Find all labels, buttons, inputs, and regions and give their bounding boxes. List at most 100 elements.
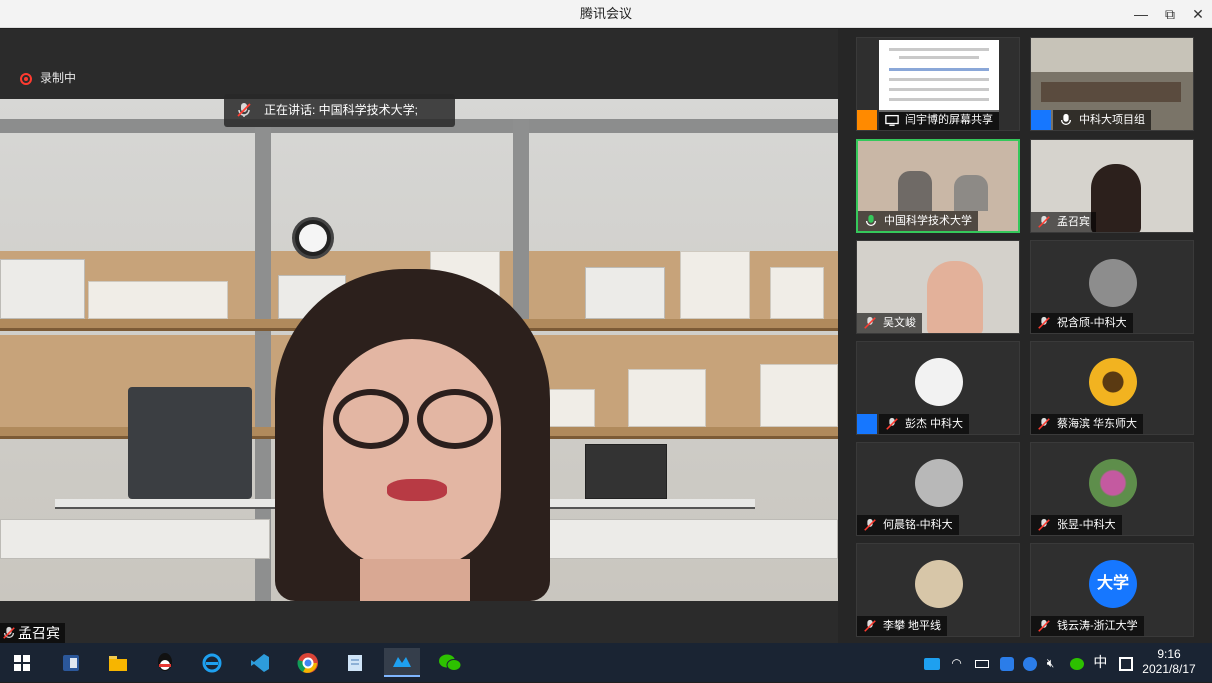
person-video <box>898 171 932 211</box>
chrome-taskbar-button[interactable] <box>290 648 326 677</box>
volume-muted-icon[interactable]: 🔇︎ <box>1047 644 1061 683</box>
avatar <box>1089 259 1137 307</box>
person-video <box>927 261 983 333</box>
person-video <box>954 175 988 211</box>
books <box>770 267 824 319</box>
wechat-icon <box>439 654 462 671</box>
wechat-taskbar-button[interactable] <box>432 648 468 677</box>
wechat-tray-icon[interactable] <box>1070 657 1085 670</box>
word-icon <box>63 654 79 671</box>
storage-boxes <box>0 519 270 559</box>
speaker-name-tag: 孟召宾 <box>0 623 65 643</box>
user-icon <box>1031 110 1051 130</box>
participant-tile[interactable]: 闫宇博的屏幕共享 <box>856 37 1020 131</box>
mic-muted-icon <box>1038 619 1050 632</box>
avatar: 大学 <box>1089 560 1137 608</box>
chrome-icon <box>297 652 318 673</box>
taskbar-clock[interactable]: 9:16 2021/8/17 <box>1138 647 1200 677</box>
system-tray: ◠ 🔇︎ 中 <box>924 643 1133 682</box>
tencent-meeting-icon <box>393 656 411 667</box>
participant-tile[interactable]: 何晨铭-中科大 <box>856 442 1020 536</box>
mic-muted-icon <box>864 518 876 531</box>
books <box>760 364 838 427</box>
participant-label: 闫宇博的屏幕共享 <box>879 110 999 130</box>
storage-boxes <box>0 259 85 319</box>
participant-label: 蔡海滨 华东师大 <box>1031 414 1144 434</box>
room-table <box>1041 82 1181 102</box>
participant-label: 张昱-中科大 <box>1031 515 1122 535</box>
participant-tile[interactable]: 吴文峻 <box>856 240 1020 334</box>
participant-label: 孟召宾 <box>1031 212 1096 232</box>
books <box>680 251 750 319</box>
mic-muted-icon <box>864 619 876 632</box>
avatar <box>915 358 963 406</box>
speaker-name: 孟召宾 <box>18 625 60 641</box>
mic-muted-icon <box>886 417 898 430</box>
mic-icon <box>1060 113 1072 126</box>
check-tray-icon[interactable] <box>1023 656 1038 671</box>
mic-muted-icon <box>1038 215 1050 228</box>
participant-label: 吴文峻 <box>857 313 922 333</box>
windows-icon <box>14 654 30 671</box>
speaker-video-background <box>0 99 838 601</box>
close-button[interactable]: ✕ <box>1183 0 1212 28</box>
participant-tile[interactable]: 孟召宾 <box>1030 139 1194 233</box>
minimize-button[interactable]: — <box>1126 0 1156 28</box>
mic-muted-icon <box>3 626 15 639</box>
participant-panel: 闫宇博的屏幕共享 中科大项目组 中国科学技术大学 孟召宾 吴文峻 祝含颀-中科大… <box>838 29 1212 643</box>
battery-icon[interactable] <box>974 659 989 668</box>
word-taskbar-button[interactable] <box>53 648 89 677</box>
participant-label: 中科大项目组 <box>1053 110 1151 130</box>
taskbar: ◠ 🔇︎ 中 9:16 2021/8/17 <box>0 643 1212 682</box>
title-bar: 腾讯会议 — ⧉ ✕ <box>0 0 1212 28</box>
keyboard-grid-icon[interactable] <box>1118 656 1133 671</box>
network-icon[interactable]: ◠ <box>951 644 965 683</box>
phone <box>585 444 667 499</box>
notepad-icon <box>348 654 362 671</box>
mic-muted-icon <box>1038 518 1050 531</box>
participant-tile[interactable]: 李攀 地平线 <box>856 543 1020 637</box>
tencent-meeting-taskbar-button[interactable] <box>384 648 420 677</box>
recording-label: 录制中 <box>40 71 77 85</box>
participant-label: 中国科学技术大学 <box>858 211 978 231</box>
participant-label: 钱云涛-浙江大学 <box>1031 616 1144 636</box>
participant-tile[interactable]: 蔡海滨 华东师大 <box>1030 341 1194 435</box>
vscode-icon <box>251 653 269 672</box>
qq-taskbar-button[interactable] <box>147 648 183 677</box>
restore-button[interactable]: ⧉ <box>1155 0 1185 28</box>
participant-tile[interactable]: 大学 钱云涛-浙江大学 <box>1030 543 1194 637</box>
avatar <box>915 459 963 507</box>
books <box>628 369 706 427</box>
explorer-taskbar-button[interactable] <box>100 648 136 677</box>
shared-screen-thumbnail <box>879 40 999 112</box>
participant-tile[interactable]: 祝含颀-中科大 <box>1030 240 1194 334</box>
participant-tile[interactable]: 张昱-中科大 <box>1030 442 1194 536</box>
user-icon <box>857 414 877 434</box>
avatar <box>1089 358 1137 406</box>
input-method-indicator[interactable]: 中 <box>1093 654 1107 670</box>
window-title: 腾讯会议 <box>579 6 632 21</box>
avatar <box>915 560 963 608</box>
tencent-meeting-tray-icon[interactable] <box>924 657 940 670</box>
wall-clock <box>292 217 334 259</box>
chat-tray-icon[interactable] <box>1000 656 1015 671</box>
participant-label: 李攀 地平线 <box>857 616 948 636</box>
clock-date: 2021/8/17 <box>1142 662 1196 676</box>
participant-label: 祝含颀-中科大 <box>1031 313 1133 333</box>
main-video[interactable]: 录制中 正在讲话: 中国科学技术大学; 孟召宾 <box>0 29 838 643</box>
participant-tile[interactable]: 彭杰 中科大 <box>856 341 1020 435</box>
mic-muted-icon <box>864 316 876 329</box>
participant-label: 彭杰 中科大 <box>879 414 970 434</box>
qq-icon <box>158 652 172 671</box>
participant-label: 何晨铭-中科大 <box>857 515 959 535</box>
participant-tile[interactable]: 中国科学技术大学 <box>856 139 1020 233</box>
speaking-label: 正在讲话: 中国科学技术大学; <box>264 103 419 117</box>
start-button[interactable] <box>4 648 40 677</box>
notepad-taskbar-button[interactable] <box>337 648 373 677</box>
screen-share-icon <box>885 114 899 126</box>
participant-tile[interactable]: 中科大项目组 <box>1030 37 1194 131</box>
host-icon <box>857 110 877 130</box>
vscode-taskbar-button[interactable] <box>242 648 278 677</box>
folder-icon <box>109 655 127 671</box>
ie-taskbar-button[interactable] <box>194 648 230 677</box>
